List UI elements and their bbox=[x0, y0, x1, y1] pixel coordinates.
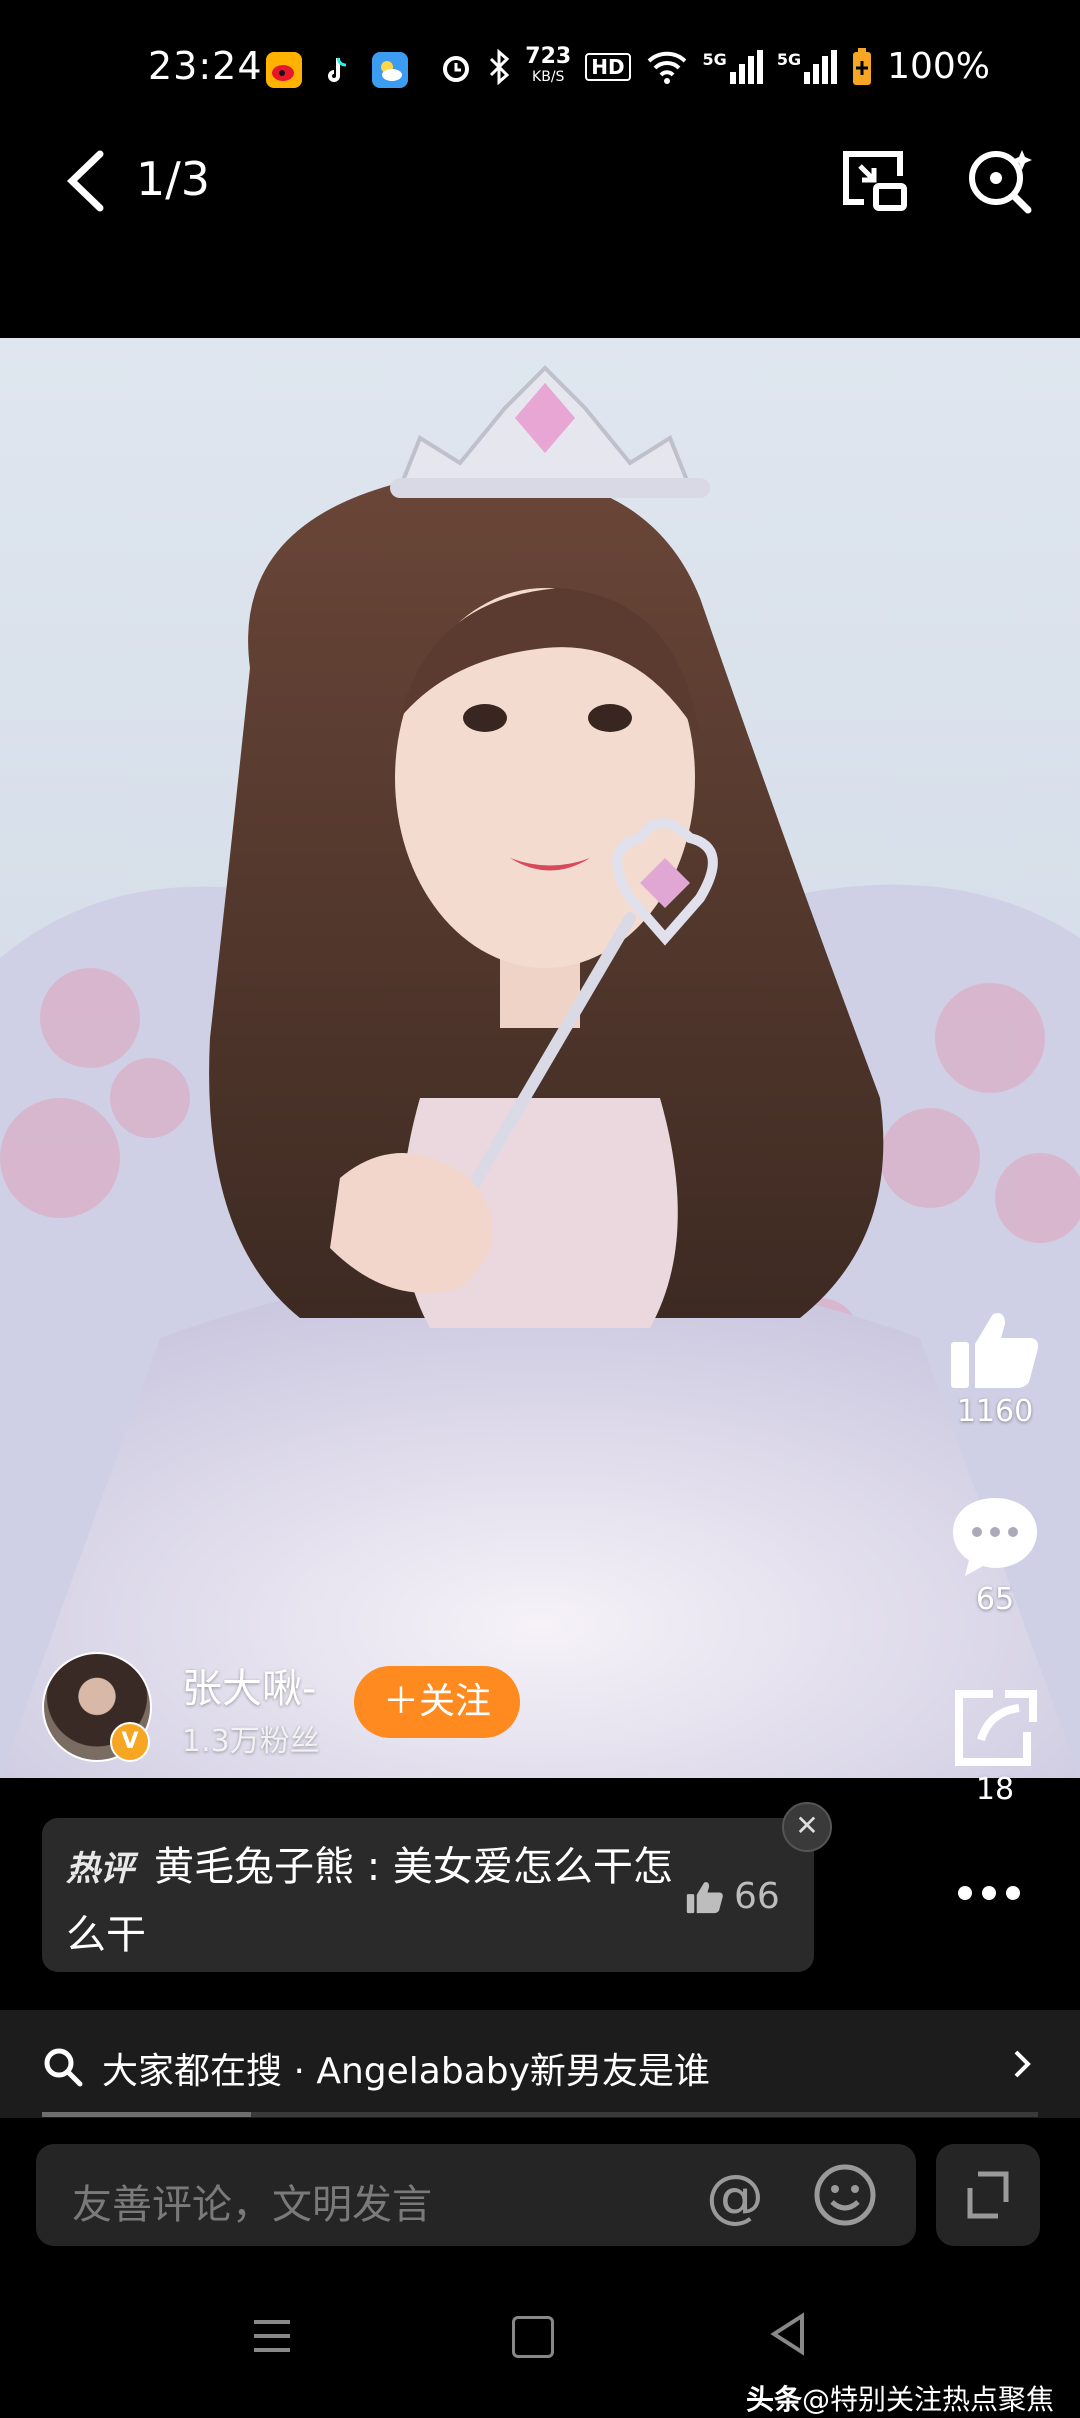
status-time: 23:24 bbox=[148, 44, 263, 88]
weather-icon bbox=[372, 52, 408, 88]
lens-search-button[interactable] bbox=[966, 146, 1034, 214]
net-speed: 723 KB/S bbox=[525, 43, 572, 85]
home-icon[interactable] bbox=[512, 2316, 554, 2358]
like-count: 1160 bbox=[956, 1394, 1034, 1429]
chevron-right-icon[interactable] bbox=[1010, 2046, 1034, 2082]
image-counter: 1/3 bbox=[136, 152, 211, 206]
weibo-icon bbox=[266, 52, 302, 88]
hot-comment-text: 热评 黄毛兔子熊 : 美女爱怎么干怎么干 bbox=[66, 1834, 686, 1968]
hot-comment-likes[interactable]: 66 bbox=[686, 1876, 780, 1917]
close-hot-comment-button[interactable]: ✕ bbox=[782, 1802, 832, 1852]
search-icon bbox=[44, 2048, 83, 2087]
menu-icon[interactable] bbox=[252, 2318, 292, 2354]
like-action[interactable]: 1160 bbox=[940, 1308, 1050, 1429]
picture-in-picture-button[interactable] bbox=[838, 148, 908, 212]
trending-search-text[interactable]: 大家都在搜 · Angelababy新男友是谁 bbox=[102, 2042, 710, 2094]
bluetooth-icon bbox=[490, 48, 510, 85]
emoji-icon bbox=[814, 2164, 876, 2226]
signal-icon-2: 5G bbox=[777, 49, 838, 84]
share-action[interactable]: 18 bbox=[940, 1688, 1050, 1807]
expand-icon bbox=[967, 2171, 1009, 2219]
author-name[interactable]: 张大啾- bbox=[182, 1656, 316, 1714]
back-button[interactable] bbox=[62, 148, 110, 214]
status-right: 723 KB/S HD 5G 5G 100% bbox=[439, 43, 990, 87]
share-icon bbox=[955, 1690, 1037, 1766]
lens-search-icon bbox=[969, 150, 1032, 214]
photo-illustration bbox=[0, 365, 1080, 1778]
tiktok-icon bbox=[320, 52, 356, 88]
thumbs-up-icon bbox=[951, 1313, 1039, 1388]
status-bar: 23:24 723 KB/S HD 5G 5G 100% bbox=[0, 0, 1080, 140]
hot-comment-tag: 热评 bbox=[66, 1849, 134, 1889]
battery-percent: 100% bbox=[887, 46, 990, 87]
more-options-button[interactable] bbox=[958, 1886, 1020, 1900]
nav-back-icon[interactable] bbox=[770, 2312, 806, 2356]
verified-badge: V bbox=[110, 1722, 150, 1762]
comment-bubble-icon bbox=[953, 1498, 1037, 1576]
expand-button[interactable] bbox=[936, 2144, 1040, 2246]
signal-icon: 5G bbox=[703, 49, 763, 84]
emoji-button[interactable] bbox=[812, 2162, 878, 2228]
dot-icon bbox=[982, 1886, 996, 1900]
thumbs-up-icon bbox=[686, 1881, 723, 1913]
dot-icon bbox=[958, 1886, 972, 1900]
author-fans: 1.3万粉丝 bbox=[182, 1724, 320, 1759]
hot-comment-like-count: 66 bbox=[734, 1876, 780, 1917]
back-icon bbox=[66, 150, 104, 212]
follow-button[interactable]: ＋关注 bbox=[354, 1666, 520, 1738]
alarm-icon bbox=[443, 55, 470, 82]
comment-count: 65 bbox=[975, 1582, 1015, 1617]
share-count: 18 bbox=[975, 1772, 1015, 1807]
main-photo[interactable] bbox=[0, 338, 1080, 1778]
wifi-icon bbox=[647, 51, 686, 84]
comment-action[interactable]: 65 bbox=[940, 1494, 1050, 1617]
carousel-progress-fill bbox=[42, 2112, 252, 2117]
battery-icon bbox=[853, 47, 872, 85]
hot-comment-body: 黄毛兔子熊 : 美女爱怎么干怎么干 bbox=[66, 1844, 673, 1958]
picture-in-picture-icon bbox=[843, 151, 907, 211]
hd-badge: HD bbox=[585, 52, 631, 81]
watermark: 头条@特别关注热点聚焦 bbox=[746, 2378, 1054, 2418]
dot-icon bbox=[1006, 1886, 1020, 1900]
comment-placeholder: 友善评论，文明发言 bbox=[72, 2182, 432, 2228]
mention-button[interactable]: @ bbox=[706, 2162, 764, 2230]
